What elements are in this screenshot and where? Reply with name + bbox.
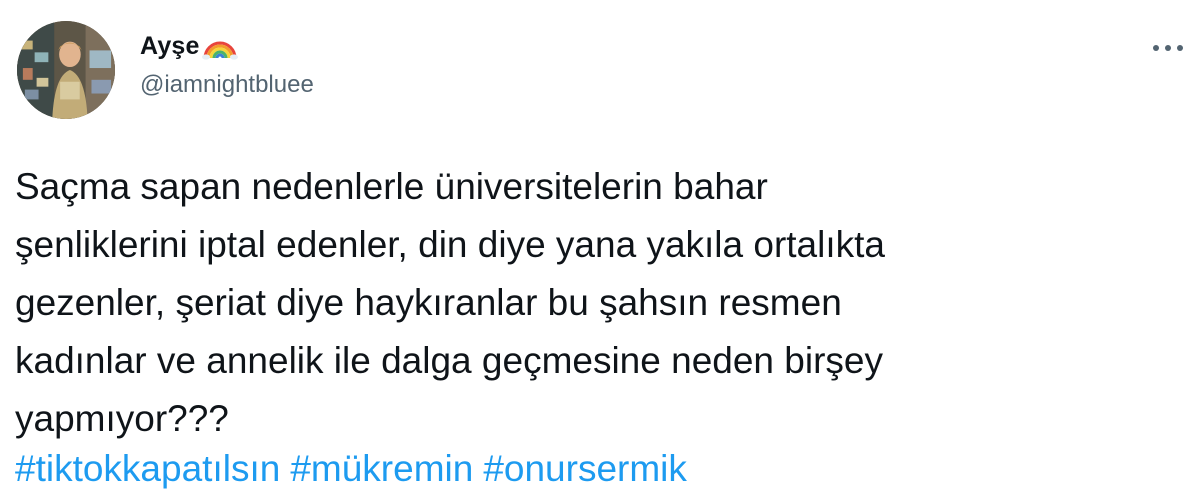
- tweet-card: Ayşe @iamnightbluee Saçma sapan nedenler…: [0, 0, 1200, 498]
- hashtag-link[interactable]: #mükremin: [290, 448, 473, 489]
- profile-photo: [17, 21, 115, 119]
- tweet-text-line: şenliklerini iptal edenler, din diye yan…: [15, 224, 885, 265]
- tweet-text-line: yapmıyor???: [15, 398, 229, 439]
- tweet-text: Saçma sapan nedenlerle üniversitelerin b…: [15, 158, 1185, 448]
- hashtag-list: #tiktokkapatılsın #mükremin #onursermik: [15, 444, 697, 494]
- more-options-button[interactable]: [1146, 36, 1190, 60]
- tweet-text-line: kadınlar ve annelik ile dalga geçmesine …: [15, 340, 883, 381]
- user-handle[interactable]: @iamnightbluee: [140, 71, 314, 99]
- hashtag-link[interactable]: #tiktokkapatılsın: [15, 448, 280, 489]
- more-options-icon: [1153, 45, 1183, 51]
- avatar[interactable]: [17, 21, 115, 119]
- tweet-text-line: gezenler, şeriat diye haykıranlar bu şah…: [15, 282, 842, 323]
- author-name-row: Ayşe: [140, 28, 238, 64]
- display-name[interactable]: Ayşe: [140, 32, 200, 61]
- rainbow-icon: [201, 32, 238, 60]
- hashtag-link[interactable]: #onursermik: [483, 448, 687, 489]
- tweet-text-line: Saçma sapan nedenlerle üniversitelerin b…: [15, 166, 768, 207]
